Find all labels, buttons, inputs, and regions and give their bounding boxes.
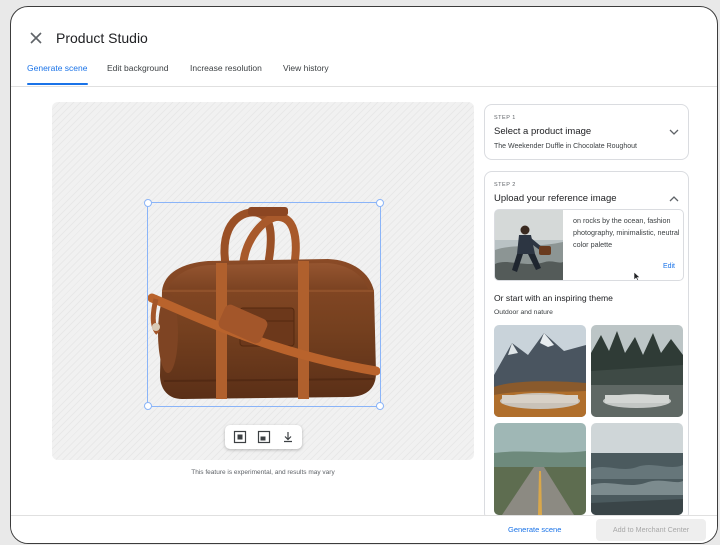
step-1-card[interactable]: STEP 1 Select a product image The Weeken…	[484, 104, 689, 160]
step-1-label: STEP 1	[494, 115, 516, 121]
theme-category: Outdoor and nature	[494, 309, 553, 316]
tabs-divider	[11, 86, 717, 87]
download-icon[interactable]	[281, 430, 295, 444]
tab-generate-scene[interactable]: Generate scene	[27, 63, 87, 73]
app-title: Product Studio	[56, 30, 148, 46]
theme-mountain-rock[interactable]	[494, 325, 586, 417]
tab-bar: Generate scene Edit background Increase …	[11, 63, 717, 85]
theme-misty-forest-image	[591, 325, 683, 417]
tab-increase-resolution[interactable]: Increase resolution	[190, 63, 262, 73]
product-studio-window: Product Studio Generate scene Edit backg…	[10, 6, 718, 544]
active-tab-indicator	[27, 83, 88, 85]
add-to-merchant-center-button[interactable]: Add to Merchant Center	[596, 519, 706, 541]
edit-reference-button[interactable]: Edit	[663, 263, 675, 270]
step-2-label: STEP 2	[494, 182, 516, 188]
theme-heading: Or start with an inspiring theme	[494, 293, 613, 303]
step-2-title: Upload your reference image	[494, 193, 617, 204]
fit-icon[interactable]	[233, 430, 247, 444]
resize-handle-bottom-right[interactable]	[376, 402, 384, 410]
theme-desert-road[interactable]	[494, 423, 586, 515]
generate-scene-button[interactable]: Generate scene	[508, 525, 561, 534]
footer-bar: Generate scene Add to Merchant Center	[11, 515, 717, 543]
chevron-up-icon[interactable]	[669, 195, 679, 203]
reference-image-thumbnail	[495, 210, 563, 280]
theme-mountain-rock-image	[494, 325, 586, 417]
product-selection-box[interactable]	[144, 199, 384, 410]
tab-edit-background[interactable]: Edit background	[107, 63, 168, 73]
product-image-duffle-bag	[148, 207, 380, 399]
step-2-card: STEP 2 Upload your reference image on ro…	[484, 171, 689, 521]
experimental-disclaimer: This feature is experimental, and result…	[191, 469, 335, 476]
close-icon[interactable]	[27, 29, 45, 47]
resize-handle-top-right[interactable]	[376, 199, 384, 207]
step-1-title: Select a product image	[494, 126, 592, 137]
reference-prompt-text: on rocks by the ocean, fashion photograp…	[573, 216, 680, 249]
theme-ocean-waves[interactable]	[591, 423, 683, 515]
crop-icon[interactable]	[257, 430, 271, 444]
reference-image-box[interactable]: on rocks by the ocean, fashion photograp…	[494, 209, 684, 281]
image-canvas[interactable]	[52, 102, 474, 460]
theme-ocean-waves-image	[591, 423, 683, 515]
resize-handle-top-left[interactable]	[144, 199, 152, 207]
chevron-down-icon[interactable]	[669, 128, 679, 136]
resize-handle-bottom-left[interactable]	[144, 402, 152, 410]
theme-desert-road-image	[494, 423, 586, 515]
tab-view-history[interactable]: View history	[283, 63, 329, 73]
theme-misty-forest[interactable]	[591, 325, 683, 417]
canvas-toolbar	[225, 425, 302, 449]
mouse-cursor-icon	[633, 271, 641, 280]
selected-product-name: The Weekender Duffle in Chocolate Rougho…	[494, 143, 637, 150]
